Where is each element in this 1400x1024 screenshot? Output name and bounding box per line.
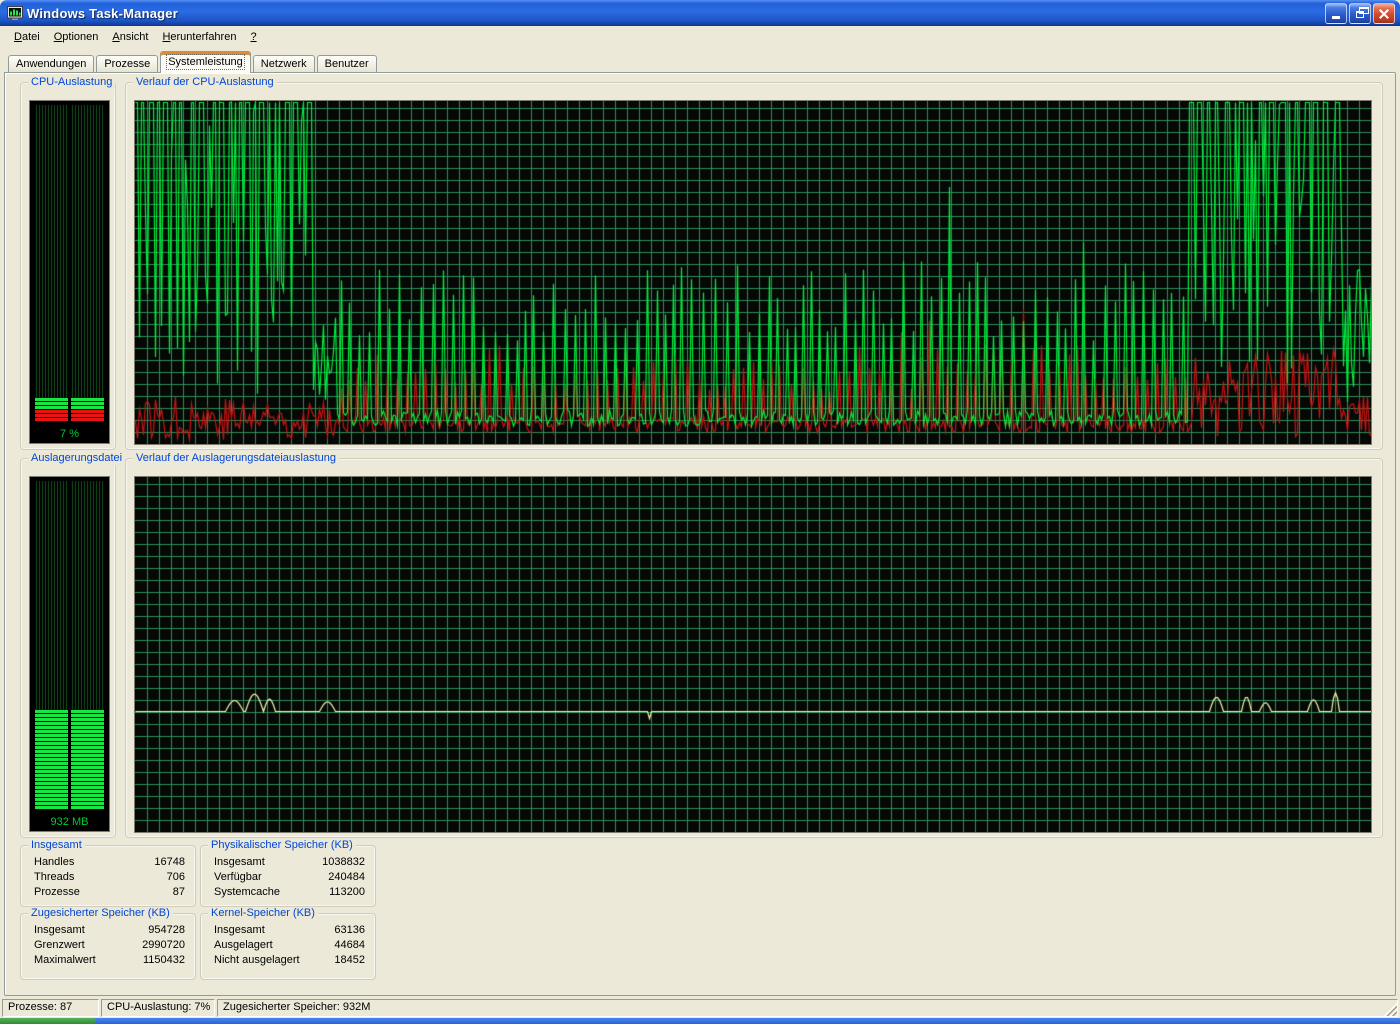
stat-row-kernel-insgesamt: Insgesamt63136	[214, 923, 365, 938]
minimize-button[interactable]	[1325, 3, 1347, 24]
tab-netzwerk[interactable]: Netzwerk	[253, 55, 315, 73]
tab-systemleistung[interactable]: Systemleistung	[160, 51, 251, 73]
stat-row-threads: Threads706	[34, 870, 185, 885]
totals-title: Insgesamt	[28, 839, 85, 852]
stat-row-prozesse: Prozesse87	[34, 885, 185, 900]
resize-grip[interactable]	[1384, 1003, 1397, 1016]
menu-hilfe[interactable]: ?	[243, 29, 263, 45]
stat-row-verfuegbar: Verfügbar240484	[214, 870, 365, 885]
stat-row-phys-insgesamt: Insgesamt1038832	[214, 855, 365, 870]
stat-row-systemcache: Systemcache113200	[214, 885, 365, 900]
totals-groupbox: Insgesamt Handles16748 Threads706 Prozes…	[20, 845, 196, 907]
pagefile-history-graph	[135, 477, 1371, 832]
pagefile-value: 932 MB	[30, 816, 109, 828]
tab-strip: Anwendungen Prozesse Systemleistung Netz…	[8, 50, 379, 73]
cpu-usage-meter: 7 %	[29, 100, 110, 444]
cpu-usage-groupbox: CPU-Auslastung 7 %	[20, 82, 116, 450]
menu-bar: Datei Optionen Ansicht Herunterfahren ?	[1, 27, 1399, 46]
cpu-led-user-segment	[71, 398, 104, 410]
cpu-usage-value: 7 %	[30, 428, 109, 440]
window-controls	[1325, 3, 1395, 24]
pagefile-meter: 932 MB	[29, 476, 110, 832]
task-manager-window: Windows Task-Manager Datei Optionen Ansi…	[0, 0, 1400, 1024]
cpu-history-groupbox: Verlauf der CPU-Auslastung	[125, 82, 1383, 450]
tab-benutzer[interactable]: Benutzer	[317, 55, 377, 73]
menu-herunterfahren[interactable]: Herunterfahren	[155, 29, 243, 45]
pagefile-history-graph-frame	[134, 476, 1372, 833]
tab-prozesse[interactable]: Prozesse	[96, 55, 158, 73]
stat-row-commit-insgesamt: Insgesamt954728	[34, 923, 185, 938]
pagefile-led-column	[71, 481, 104, 810]
restore-icon	[1356, 11, 1364, 18]
stat-row-nicht-ausgelagert: Nicht ausgelagert18452	[214, 953, 365, 968]
physical-memory-groupbox: Physikalischer Speicher (KB) Insgesamt10…	[200, 845, 376, 907]
stat-row-grenzwert: Grenzwert2990720	[34, 938, 185, 953]
pagefile-led-column	[35, 481, 68, 810]
window-title: Windows Task-Manager	[27, 6, 178, 21]
menu-datei[interactable]: Datei	[7, 29, 47, 45]
minimize-icon	[1332, 16, 1340, 19]
task-manager-app-icon	[7, 5, 23, 21]
taskbar-sliver[interactable]	[0, 1018, 1400, 1024]
stat-row-maximalwert: Maximalwert1150432	[34, 953, 185, 968]
cpu-history-title: Verlauf der CPU-Auslastung	[133, 76, 277, 89]
menu-ansicht[interactable]: Ansicht	[105, 29, 155, 45]
pagefile-led-segment	[35, 710, 68, 810]
pagefile-led-segment	[71, 710, 104, 810]
pagefile-title: Auslagerungsdatei	[28, 452, 125, 465]
tab-anwendungen[interactable]: Anwendungen	[8, 55, 94, 73]
cpu-led-kernel-segment	[71, 410, 104, 422]
close-button[interactable]	[1373, 3, 1395, 24]
pagefile-history-groupbox: Verlauf der Auslagerungsdateiauslastung	[125, 458, 1383, 838]
status-processes: Prozesse: 87	[2, 999, 99, 1017]
status-cpu-usage: CPU-Auslastung: 7%	[101, 999, 215, 1017]
cpu-led-user-segment	[35, 398, 68, 410]
stat-row-ausgelagert: Ausgelagert44684	[214, 938, 365, 953]
start-button-sliver[interactable]	[0, 1018, 96, 1024]
status-bar: Prozesse: 87 CPU-Auslastung: 7% Zugesich…	[2, 999, 1398, 1017]
close-icon	[1378, 8, 1390, 20]
pagefile-history-title: Verlauf der Auslagerungsdateiauslastung	[133, 452, 339, 465]
cpu-usage-title: CPU-Auslastung	[28, 76, 115, 89]
cpu-led-kernel-segment	[35, 410, 68, 422]
stat-row-handles: Handles16748	[34, 855, 185, 870]
commit-charge-title: Zugesicherter Speicher (KB)	[28, 907, 173, 920]
cpu-history-graph	[135, 101, 1371, 444]
cpu-led-column	[71, 105, 104, 422]
titlebar[interactable]: Windows Task-Manager	[0, 0, 1400, 26]
pagefile-groupbox: Auslagerungsdatei 932 MB	[20, 458, 116, 838]
menu-optionen[interactable]: Optionen	[47, 29, 106, 45]
cpu-history-graph-frame	[134, 100, 1372, 445]
kernel-memory-title: Kernel-Speicher (KB)	[208, 907, 318, 920]
restore-button[interactable]	[1349, 3, 1371, 24]
status-commit-charge: Zugesicherter Speicher: 932M	[217, 999, 1398, 1017]
commit-charge-groupbox: Zugesicherter Speicher (KB) Insgesamt954…	[20, 913, 196, 980]
kernel-memory-groupbox: Kernel-Speicher (KB) Insgesamt63136 Ausg…	[200, 913, 376, 980]
physical-memory-title: Physikalischer Speicher (KB)	[208, 839, 356, 852]
cpu-led-column	[35, 105, 68, 422]
